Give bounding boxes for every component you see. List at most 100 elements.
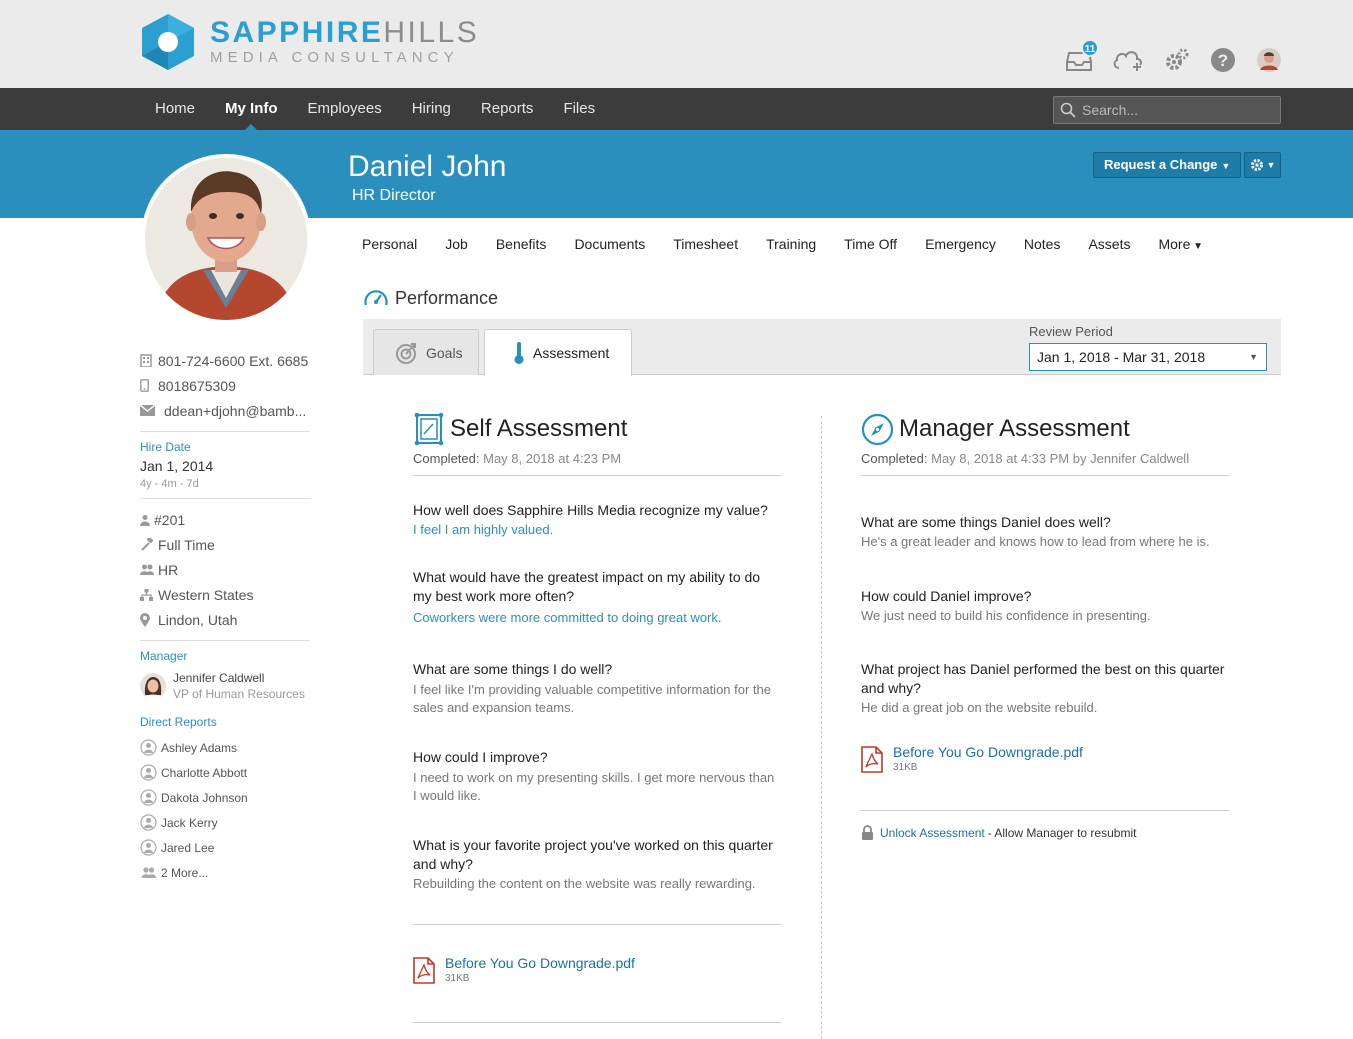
search-box[interactable] xyxy=(1053,96,1281,124)
direct-report-item[interactable]: Jared Lee xyxy=(140,835,310,860)
people-icon xyxy=(140,866,157,879)
gears-icon xyxy=(1166,48,1189,70)
tab-emergency[interactable]: Emergency xyxy=(911,230,1010,261)
review-period-label: Review Period xyxy=(1029,324,1113,339)
employee-number: #201 xyxy=(154,511,186,528)
pdf-file-icon xyxy=(861,746,883,773)
cloud-plus-icon xyxy=(1113,51,1142,71)
answer: He's a great leader and knows how to lea… xyxy=(861,534,1210,549)
mobile-phone-icon xyxy=(140,379,156,392)
qa-item: How could I improve? I need to work on m… xyxy=(413,748,781,805)
tab-assessment-label: Assessment xyxy=(533,345,610,361)
request-change-label: Request a Change xyxy=(1104,157,1218,172)
self-assessment-title: Self Assessment xyxy=(450,415,628,442)
caret-down-icon: ▼ xyxy=(1190,241,1204,252)
request-change-button[interactable]: Request a Change ▼ xyxy=(1093,152,1242,178)
unlock-assessment-row: Unlock Assessment - Allow Manager to res… xyxy=(861,825,1229,840)
search-icon xyxy=(1060,102,1076,118)
email-row[interactable]: ddean+djohn@bamb... xyxy=(140,398,310,423)
tab-assets[interactable]: Assets xyxy=(1074,230,1144,261)
answer: I need to work on my presenting skills. … xyxy=(413,770,775,803)
employee-photo xyxy=(141,154,311,324)
tab-notes[interactable]: Notes xyxy=(1010,230,1075,261)
question: What is your favorite project you've wor… xyxy=(413,837,773,872)
tab-goals-label: Goals xyxy=(426,344,463,361)
manager-completed-line: Completed: May 8, 2018 at 4:33 PM by Jen… xyxy=(861,451,1229,466)
more-direct-reports-link[interactable]: 2 More... xyxy=(140,860,310,885)
direct-report-item[interactable]: Ashley Adams xyxy=(140,735,310,760)
more-reports-label[interactable]: 2 More... xyxy=(161,866,208,880)
nav-hiring[interactable]: Hiring xyxy=(397,88,466,130)
qa-item: What are some things I do well? I feel l… xyxy=(413,660,781,717)
direct-report-name[interactable]: Jared Lee xyxy=(161,841,214,855)
divider xyxy=(140,640,310,641)
review-period-select[interactable]: Jan 1, 2018 - Mar 31, 2018 ▼ xyxy=(1029,343,1267,371)
self-attachment[interactable]: Before You Go Downgrade.pdf 31KB xyxy=(413,955,781,984)
direct-report-name[interactable]: Dakota Johnson xyxy=(161,791,248,805)
user-circle-icon xyxy=(140,764,157,781)
profile-settings-button[interactable]: ▼ xyxy=(1244,152,1281,178)
department-row: HR xyxy=(140,557,310,582)
self-completed-value: May 8, 2018 at 4:23 PM xyxy=(483,451,622,466)
hire-date-label: Hire Date xyxy=(140,440,191,454)
direct-report-name[interactable]: Ashley Adams xyxy=(161,741,237,755)
user-circle-icon xyxy=(140,789,157,806)
manager-attachment[interactable]: Before You Go Downgrade.pdf 31KB xyxy=(861,744,1229,773)
manager-assessment-title: Manager Assessment xyxy=(899,415,1130,442)
direct-report-item[interactable]: Jack Kerry xyxy=(140,810,310,835)
nav-employees[interactable]: Employees xyxy=(293,88,397,130)
employment-status-row: Full Time xyxy=(140,532,310,557)
search-input[interactable] xyxy=(1082,102,1272,118)
direct-report-item[interactable]: Dakota Johnson xyxy=(140,785,310,810)
tab-personal[interactable]: Personal xyxy=(348,230,431,261)
division: Western States xyxy=(158,586,254,603)
answer: Rebuilding the content on the website wa… xyxy=(413,876,756,891)
help-button[interactable]: ? xyxy=(1209,46,1237,74)
qa-item: What would have the greatest impact on m… xyxy=(413,568,781,627)
attachment-name[interactable]: Before You Go Downgrade.pdf xyxy=(893,744,1083,760)
attachment-size: 31KB xyxy=(445,973,470,984)
manager-assessment-section: Manager Assessment Completed: May 8, 201… xyxy=(861,410,1229,840)
divider xyxy=(413,475,781,476)
settings-button[interactable] xyxy=(1163,46,1191,74)
nav-files[interactable]: Files xyxy=(548,88,610,130)
direct-report-name[interactable]: Jack Kerry xyxy=(161,816,218,830)
performance-title: Performance xyxy=(395,287,499,308)
main-nav: Home My Info Employees Hiring Reports Fi… xyxy=(0,88,1353,130)
direct-report-name[interactable]: Charlotte Abbott xyxy=(161,766,247,780)
answer: Coworkers were more committed to doing g… xyxy=(413,610,722,625)
email-address[interactable]: ddean+djohn@bamb... xyxy=(164,403,306,419)
tab-goals[interactable]: Goals xyxy=(373,329,479,375)
tab-job[interactable]: Job xyxy=(431,230,482,261)
tab-benefits[interactable]: Benefits xyxy=(482,230,561,261)
tenure-value: 4y - 4m - 7d xyxy=(140,478,199,490)
attachment-name[interactable]: Before You Go Downgrade.pdf xyxy=(445,955,635,971)
tab-timesheet[interactable]: Timesheet xyxy=(659,230,752,261)
manager-card[interactable]: Jennifer Caldwell VP of Human Resources xyxy=(140,671,310,701)
caret-down-icon: ▼ xyxy=(1266,160,1276,170)
tab-documents[interactable]: Documents xyxy=(560,230,659,261)
manager-completed-label: Completed: xyxy=(861,451,928,466)
user-circle-icon xyxy=(140,739,157,756)
unlock-assessment-link[interactable]: Unlock Assessment xyxy=(880,826,985,840)
nav-home[interactable]: Home xyxy=(140,88,210,130)
question-icon: ? xyxy=(1211,48,1235,72)
tab-time-off[interactable]: Time Off xyxy=(830,230,911,261)
cloud-upload-button[interactable] xyxy=(1111,46,1145,74)
divider xyxy=(140,498,310,499)
company-logo[interactable]: SAPPHIREHILLS MEDIA CONSULTANCY xyxy=(140,13,479,71)
divider xyxy=(140,431,310,432)
tab-assessment[interactable]: Assessment xyxy=(484,329,632,376)
user-menu-button[interactable] xyxy=(1255,46,1283,74)
tab-more[interactable]: More ▼ xyxy=(1144,230,1217,261)
manager-name[interactable]: Jennifer Caldwell xyxy=(173,671,305,685)
nav-reports[interactable]: Reports xyxy=(466,88,549,130)
user-circle-icon xyxy=(140,839,157,856)
speedometer-icon xyxy=(364,290,388,306)
nav-my-info[interactable]: My Info xyxy=(210,88,293,130)
question: How could Daniel improve? xyxy=(861,588,1032,604)
inbox-button[interactable]: 11 xyxy=(1065,39,1099,74)
answer: He did a great job on the website rebuil… xyxy=(861,700,1098,715)
direct-report-item[interactable]: Charlotte Abbott xyxy=(140,760,310,785)
tab-training[interactable]: Training xyxy=(752,230,830,261)
